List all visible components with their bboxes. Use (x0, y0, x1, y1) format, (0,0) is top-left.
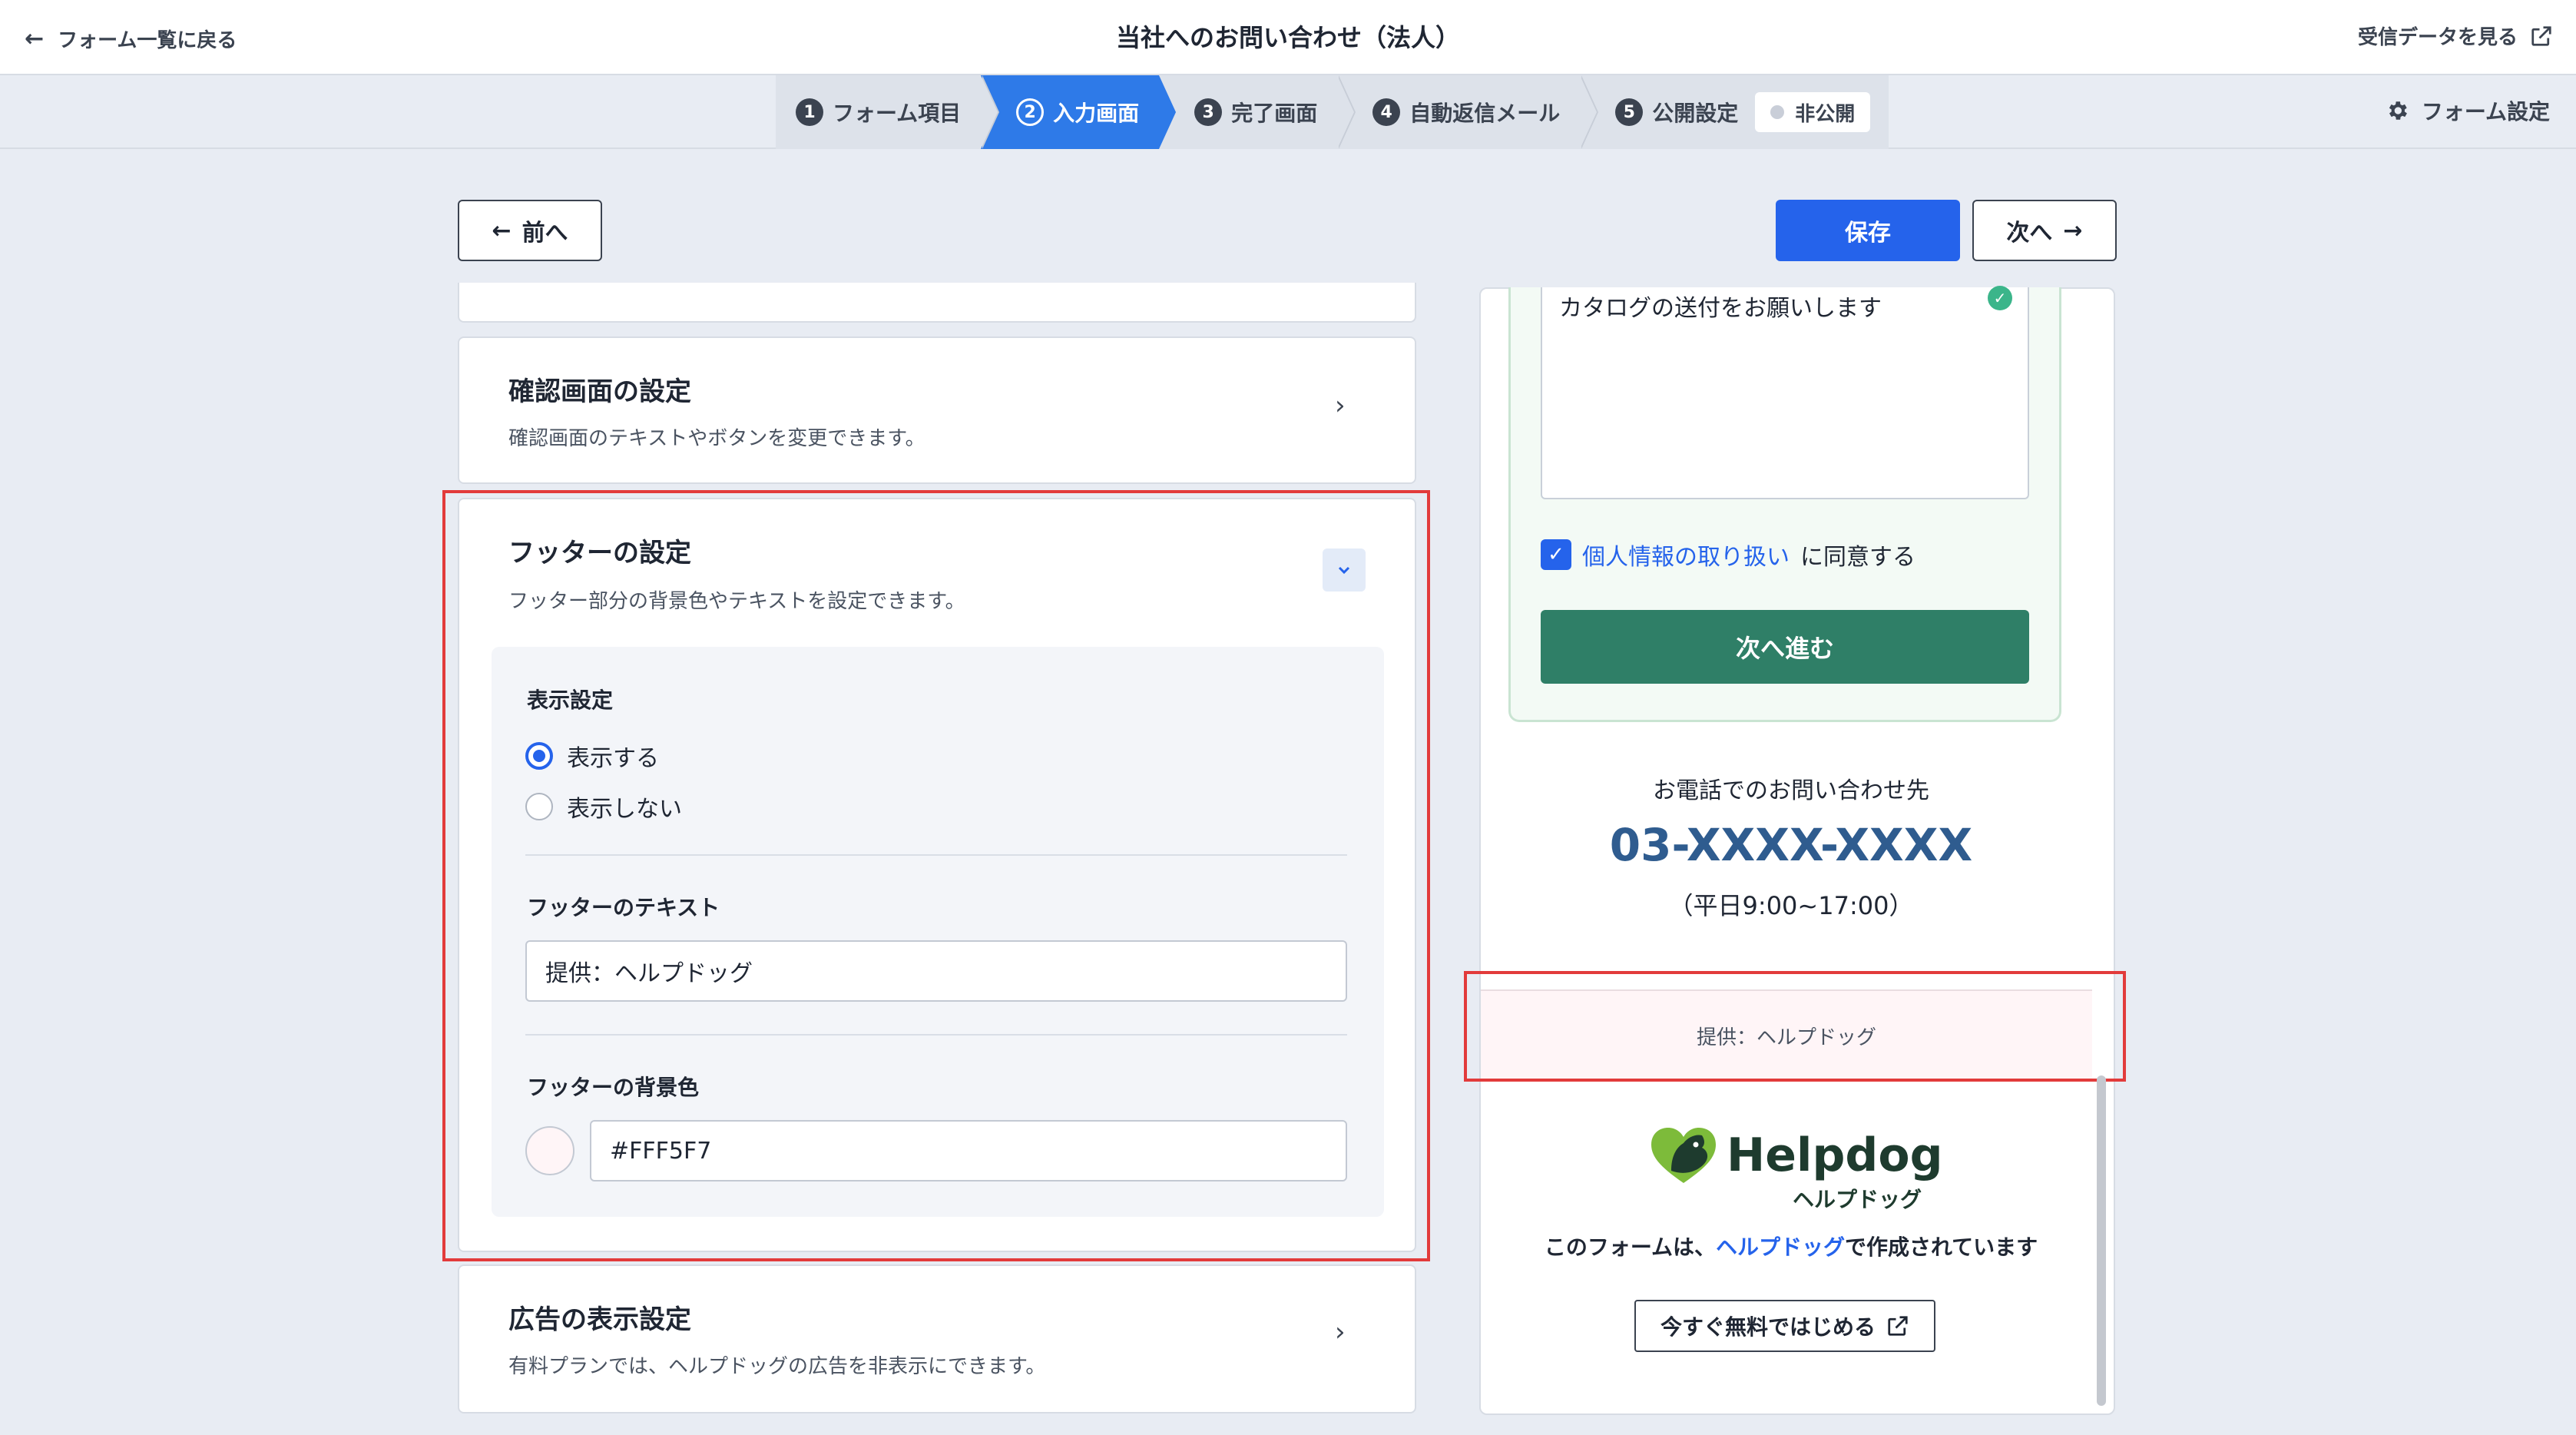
step-publish-settings[interactable]: 5 公開設定 非公開 (1580, 75, 1889, 149)
dog-heart-logo-icon (1651, 1128, 1716, 1183)
logo-subtitle: ヘルプドッグ (1793, 1187, 1922, 1212)
prev-button[interactable]: ← 前へ (458, 200, 602, 261)
confirm-card-title: 確認画面の設定 (508, 376, 691, 407)
phone-contact-label: お電話でのお問い合わせ先 (1653, 777, 1929, 804)
external-link-icon (2531, 25, 2551, 46)
logo-text: Helpdog (1727, 1128, 1943, 1182)
previous-card-bottom (458, 283, 1416, 323)
preview-message-text: カタログの送付をお願いします (1559, 295, 1882, 322)
highlight-box-preview-footer (1464, 971, 2126, 1082)
next-label: 次へ (2006, 220, 2053, 247)
made-with-notice: このフォームは、ヘルプドッグで作成されています (1479, 1231, 2103, 1261)
view-received-data-link[interactable]: 受信データを見る (2358, 22, 2553, 50)
next-button[interactable]: 次へ → (1972, 200, 2117, 261)
step-input-screen[interactable]: 2 入力画面 (981, 75, 1177, 149)
arrow-left-icon: ← (492, 217, 512, 244)
save-button[interactable]: 保存 (1776, 200, 1960, 261)
privacy-agree-row[interactable]: ✓ 個人情報の取り扱い に同意する (1541, 538, 1915, 572)
publish-status-label: 非公開 (1795, 102, 1856, 126)
made-by-prefix: このフォームは、 (1544, 1234, 1716, 1260)
step-complete-screen[interactable]: 3 完了画面 (1159, 75, 1356, 149)
preview-message-textarea[interactable]: カタログの送付をお願いします (1541, 287, 2029, 499)
start-free-label: 今すぐ無料ではじめる (1660, 1314, 1876, 1340)
chevron-right-icon: › (1335, 390, 1346, 421)
step-navigation: 1 フォーム項目 2 入力画面 3 完了画面 4 自動返信メール 5 公開設定 … (776, 75, 1889, 149)
save-label: 保存 (1845, 220, 1891, 247)
publish-status-badge: 非公開 (1755, 92, 1871, 132)
highlight-box-footer-settings (442, 490, 1430, 1261)
phone-number: 03-XXXX-XXXX (1609, 819, 1973, 871)
confirm-card-description: 確認画面のテキストやボタンを変更できます。 (508, 427, 925, 450)
valid-check-icon: ✓ (1988, 286, 2012, 310)
chevron-right-icon: › (1335, 1317, 1346, 1347)
phone-hours: （平日9:00~17:00） (1668, 891, 1914, 920)
step-number: 3 (1194, 98, 1223, 126)
confirm-screen-settings-card[interactable]: 確認画面の設定 確認画面のテキストやボタンを変更できます。 › (458, 336, 1416, 484)
agree-suffix: に同意する (1800, 544, 1915, 571)
view-received-data-label: 受信データを見る (2357, 26, 2518, 49)
privacy-policy-link[interactable]: 個人情報の取り扱い (1582, 538, 1790, 572)
agree-checkbox[interactable]: ✓ (1541, 539, 1571, 570)
step-number: 4 (1372, 98, 1401, 126)
status-dot-icon (1770, 105, 1785, 119)
proceed-button[interactable]: 次へ進む (1541, 610, 2029, 684)
step-label: 自動返信メール (1409, 101, 1561, 126)
step-number: 5 (1615, 98, 1644, 126)
prev-label: 前へ (521, 220, 568, 247)
helpdog-link[interactable]: ヘルプドッグ (1716, 1234, 1845, 1260)
form-settings-label: フォーム設定 (2421, 99, 2550, 124)
made-by-suffix: で作成されています (1845, 1234, 2038, 1260)
step-form-items[interactable]: 1 フォーム項目 (776, 75, 1000, 149)
preview-scrollbar[interactable] (2097, 1075, 2106, 1406)
page-title: 当社へのお問い合わせ（法人） (1115, 23, 1460, 52)
step-label: 入力画面 (1053, 101, 1140, 126)
step-label: 公開設定 (1652, 101, 1739, 126)
step-label: 完了画面 (1231, 101, 1318, 126)
arrow-right-icon: → (2063, 217, 2083, 244)
ad-display-settings-card[interactable]: 広告の表示設定 有料プランでは、ヘルプドッグの広告を非表示にできます。 › (458, 1264, 1416, 1413)
step-auto-reply-mail[interactable]: 4 自動返信メール (1337, 75, 1599, 149)
start-free-button[interactable]: 今すぐ無料ではじめる (1634, 1300, 1935, 1352)
step-label: フォーム項目 (833, 101, 962, 126)
step-number: 1 (796, 98, 823, 126)
external-link-icon (1888, 1316, 1908, 1336)
gear-icon (2389, 101, 2407, 120)
form-settings-button[interactable]: フォーム設定 (2385, 95, 2550, 126)
ads-card-description: 有料プランでは、ヘルプドッグの広告を非表示にできます。 (508, 1355, 1046, 1378)
step-number: 2 (1016, 98, 1045, 126)
ads-card-title: 広告の表示設定 (508, 1304, 691, 1335)
helpdog-logo: Helpdog (1648, 1125, 1943, 1186)
